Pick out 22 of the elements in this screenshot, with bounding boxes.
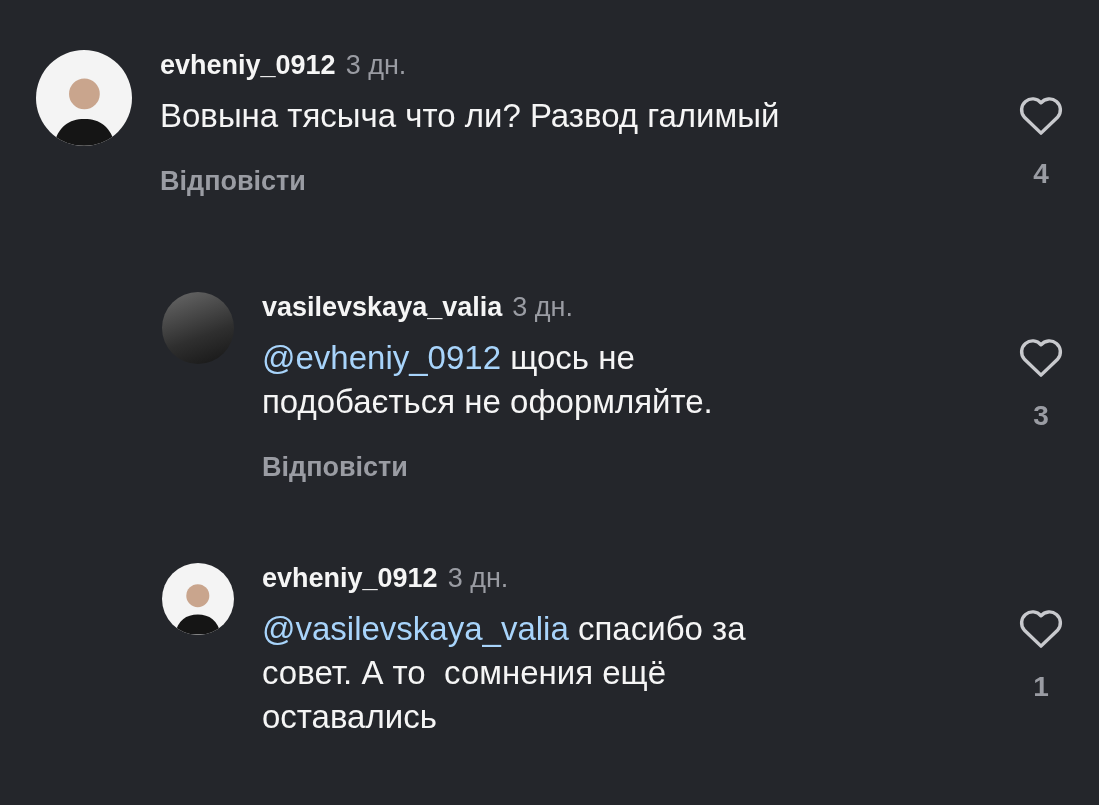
username[interactable]: vasilevskaya_valia — [262, 292, 503, 323]
comment-time: 3 дн. — [447, 563, 509, 594]
comment-text: @evheniy_0912 щось не подобається не оформляйте. — [262, 338, 714, 422]
comment-text: Вовына тясыча что ли? Развод галимый — [160, 96, 781, 136]
mention-link[interactable]: @evheniy_0912 — [262, 339, 501, 376]
heart-icon — [1018, 336, 1064, 378]
comment-time: 3 дн. — [345, 50, 407, 81]
comment-time: 3 дн. — [512, 292, 573, 323]
heart-icon — [1018, 94, 1064, 136]
like-count: 4 — [1033, 158, 1049, 190]
like-button[interactable] — [1018, 607, 1064, 649]
username[interactable]: evheniy_0912 — [160, 50, 336, 81]
heart-icon — [1018, 607, 1064, 649]
mention-link[interactable]: @vasilevskaya_valia — [262, 610, 569, 647]
reply-button[interactable]: Відповісти — [160, 166, 306, 197]
username[interactable]: evheniy_0912 — [262, 563, 438, 594]
like-count: 3 — [1033, 400, 1049, 432]
like-button[interactable] — [1018, 94, 1064, 136]
like-button[interactable] — [1018, 336, 1064, 378]
comment-text: @vasilevskaya_valia спасибо за совет. А то сомнения ещё оставались — [262, 609, 747, 737]
like-count: 1 — [1033, 671, 1049, 703]
reply-button[interactable]: Відповісти — [262, 452, 408, 483]
